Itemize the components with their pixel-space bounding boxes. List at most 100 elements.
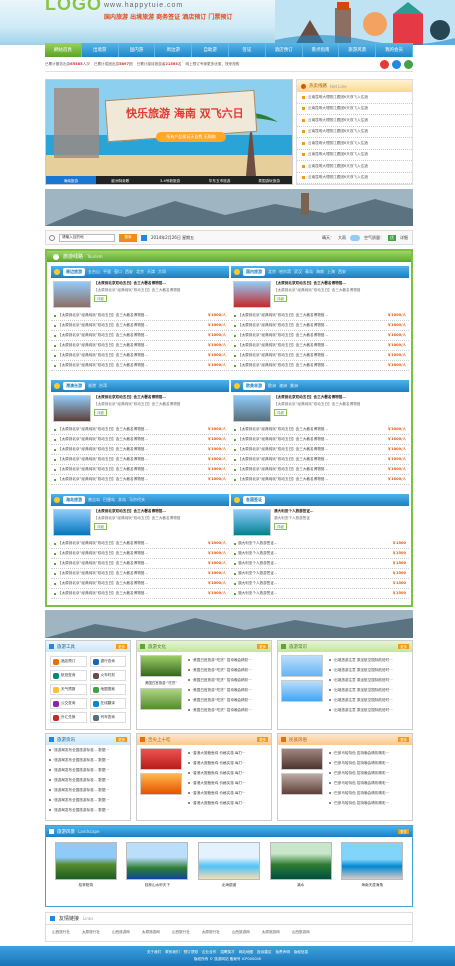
search-button[interactable]: 搜索 (119, 233, 137, 242)
wechat-icon[interactable] (404, 60, 413, 69)
culture-image[interactable] (140, 655, 182, 677)
tour-tag[interactable]: 马尔代夫 (129, 497, 145, 503)
tour-row[interactable]: 【太原到北京“经典纯玩”双动五日】含三大著名博物馆… ￥1000/人 (51, 579, 229, 589)
scenery-item[interactable]: 漓水 (269, 842, 332, 888)
tool-hotel[interactable]: 酒店预订 (50, 656, 87, 667)
culture-item[interactable]: ·美国白宫旅游“吃货” 招待晚会精彩··· (185, 705, 268, 715)
food-item[interactable]: ·香港大赏鲍鱼鸡 价格实惠 每打··· (185, 798, 268, 808)
banner-tab-1[interactable]: 海南旅游 (46, 176, 96, 184)
tour-row[interactable]: 【太原到北京“经典纯玩”双动五日】含三大著名博物馆… ￥1000/人 (51, 539, 229, 549)
footer-link[interactable]: 投诉建议 (257, 950, 271, 955)
nav-visa[interactable]: 签证 (229, 43, 266, 57)
scenery-item[interactable]: 桂林山水甲天下 (126, 842, 189, 888)
detail-button[interactable]: 详细 (274, 523, 287, 530)
food-item[interactable]: ·香港大赏鲍鱼鸡 价格实惠 每打··· (185, 788, 268, 798)
search-input[interactable]: 请输入目的地 (59, 233, 115, 242)
hot-line-item[interactable]: 云南昆明大理丽江跟团6天双飞入住酒 (297, 92, 412, 104)
weather-detail-link[interactable]: 详细 (400, 235, 408, 241)
tool-train[interactable]: 火车时刻 (89, 670, 126, 681)
main-banner[interactable]: 快乐旅游 海南 双飞六日 所有产品保证天自费 无购物 海南旅游 欧洲特卖歌 3-… (45, 79, 293, 185)
knowledge-item[interactable]: ·出境旅游注意 乘坐航空国际航班时··· (326, 675, 409, 685)
tour-row[interactable]: 【太原到北京“经典纯玩”双动五日】含三大著名博物馆… ￥1000/人 (51, 425, 229, 435)
tour-tag[interactable]: 大同 (158, 269, 166, 275)
detail-button[interactable]: 详细 (94, 409, 107, 416)
tour-tag[interactable]: 西安 (338, 269, 346, 275)
customs-item[interactable]: ·巴彦马哈特色 招待晚会精彩精彩··· (326, 798, 409, 808)
hot-line-item[interactable]: 云南昆明大理丽江跟团6天双飞入住酒 (297, 138, 412, 150)
footer-link[interactable]: 联系我们 (165, 950, 179, 955)
tour-row[interactable]: 【太原到北京“经典纯玩”双动五日】含三大著名博物馆… ￥1000/人 (51, 435, 229, 445)
tool-bank[interactable]: 银行查询 (89, 656, 126, 667)
tool-flight[interactable]: 航班查询 (50, 670, 87, 681)
tool-weather[interactable]: 天气预报 (50, 684, 87, 695)
food-image[interactable] (140, 748, 182, 770)
tour-featured[interactable]: 【太原到北京双动五日】含三大著名博物馆… 【太原到北京“经典纯玩”双动五日】含三… (51, 506, 229, 539)
tour-row[interactable]: 【太原到北京“经典纯玩”双动五日】含三大著名博物馆… ￥1000/人 (51, 361, 229, 371)
tour-row[interactable]: 【太原到北京“经典纯玩”双动五日】含三大著名博物馆… ￥1000/人 (51, 465, 229, 475)
tour-row[interactable]: 【太原到北京“经典纯玩”双动五日】含三大著名博物馆… ￥1000/人 (231, 331, 409, 341)
news-item[interactable]: ·旅游局发布全国旅游标准... 数据··· (46, 745, 130, 755)
culture-more[interactable]: 更多 (257, 644, 268, 649)
logo[interactable]: LOGO (45, 0, 102, 15)
news-more[interactable]: 更多 (116, 737, 127, 742)
hot-line-item[interactable]: 云南昆明大理丽江跟团6天双飞入住酒 (297, 115, 412, 127)
news-item[interactable]: ·旅游局发布全国旅游标准... 数据··· (46, 765, 130, 775)
tour-tag[interactable]: 五台山 (88, 269, 100, 275)
tour-row[interactable]: 【太原到北京“经典纯玩”双动五日】含三大著名博物馆… ￥1000/人 (51, 311, 229, 321)
tour-row[interactable]: 【太原到北京“经典纯玩”双动五日】含三大著名博物馆… ￥1000/人 (51, 549, 229, 559)
tour-tag[interactable]: 台湾 (99, 383, 107, 389)
footer-link[interactable]: 网站地图 (239, 950, 253, 955)
tour-featured[interactable]: 澳大利亚个人旅游签证… 澳大利亚个人旅游签证 详细 (231, 506, 409, 539)
tour-block-title[interactable]: 海岛旅游 (63, 496, 85, 504)
knowledge-item[interactable]: ·出境旅游注意 乘坐航空国际航班时··· (326, 655, 409, 665)
customs-item[interactable]: ·巴彦马哈特色 招待晚会精彩精彩··· (326, 748, 409, 758)
tour-block-title[interactable]: 周边旅游 (63, 268, 85, 276)
airplane-image[interactable] (281, 655, 323, 677)
friend-link[interactable]: 山西旅游网 (232, 930, 250, 935)
customs-image[interactable] (281, 773, 323, 795)
tour-row[interactable]: 【太原到北京“经典纯玩”双动五日】含三大著名博物馆… ￥1000/人 (231, 435, 409, 445)
customs-item[interactable]: ·巴彦马哈特色 招待晚会精彩精彩··· (326, 768, 409, 778)
tour-block-title[interactable]: 港澳台游 (63, 382, 85, 390)
customs-item[interactable]: ·巴彦马哈特色 招待晚会精彩精彩··· (326, 778, 409, 788)
knowledge-more[interactable]: 更多 (398, 644, 409, 649)
tool-bus[interactable]: 公交查询 (50, 698, 87, 709)
tour-block-title[interactable]: 欧美非游 (243, 382, 265, 390)
footer-link[interactable]: 预订须知 (184, 950, 198, 955)
hot-line-item[interactable]: 云南昆明大理丽江跟团6天双飞入住酒 (297, 104, 412, 115)
tour-thumbnail[interactable] (53, 395, 91, 422)
tour-thumbnail[interactable] (233, 281, 271, 308)
tour-row[interactable]: 【太原到北京“经典纯玩”双动五日】含三大著名博物馆… ￥1000/人 (51, 331, 229, 341)
nav-domestic[interactable]: 国内游 (119, 43, 156, 57)
tour-tag[interactable]: 武汉 (294, 269, 302, 275)
banner-tab-3[interactable]: 3-4号新旅游 (145, 176, 195, 184)
hot-line-item[interactable]: 云南昆明大理丽江跟团6天双飞入住酒 (297, 161, 412, 173)
friend-link[interactable]: 山西旅游网 (112, 930, 130, 935)
tour-row[interactable]: 【太原到北京“经典纯玩”双动五日】含三大著名博物馆… ￥1000/人 (231, 425, 409, 435)
tour-row[interactable]: 【太原到北京“经典纯玩”双动五日】含三大著名博物馆… ￥1000/人 (51, 475, 229, 485)
friend-link[interactable]: 太原旅行社 (202, 930, 220, 935)
news-item[interactable]: ·旅游局发布全国旅游标准... 数据··· (46, 775, 130, 785)
tour-featured[interactable]: 【太原到北京双动五日】含三大著名博物馆… 【太原到北京“经典纯玩”双动五日】含三… (231, 392, 409, 425)
hot-line-item[interactable]: 云南昆明大理丽江跟团6天双飞入住酒 (297, 127, 412, 138)
nav-outbound[interactable]: 出境游 (82, 43, 119, 57)
tour-row[interactable]: 【太原到北京“经典纯玩”双动五日】含三大著名博物馆… ￥1000/人 (231, 361, 409, 371)
tour-block-title[interactable]: 各国签证 (243, 496, 265, 504)
footer-link[interactable]: 版权信息 (294, 950, 308, 955)
food-item[interactable]: ·香港大赏鲍鱼鸡 价格实惠 每打··· (185, 778, 268, 788)
tour-row[interactable]: 【太原到北京“经典纯玩”双动五日】含三大著名博物馆… ￥1000/人 (231, 455, 409, 465)
nav-hotel[interactable]: 酒店预订 (266, 43, 303, 57)
tour-thumbnail[interactable] (233, 509, 271, 536)
food-more[interactable]: 更多 (257, 737, 268, 742)
footer-link[interactable]: 招聘英才 (220, 950, 234, 955)
friend-link[interactable]: 太原旅行社 (82, 930, 100, 935)
tour-featured[interactable]: 【太原到北京双动五日】含三大著名博物馆… 【太原到北京“经典纯玩”双动五日】含三… (51, 392, 229, 425)
nav-member[interactable]: 我的会员 (376, 43, 413, 57)
knowledge-item[interactable]: ·出境旅游注意 乘坐航空国际航班时··· (326, 705, 409, 715)
food-item[interactable]: ·香港大赏鲍鱼鸡 价格实惠 每打··· (185, 758, 268, 768)
tour-tag[interactable]: 西安 (125, 269, 133, 275)
tour-row[interactable]: 澳大利亚个人旅游签证… ￥1500 (231, 549, 409, 559)
nav-selfguided[interactable]: 自助游 (192, 43, 229, 57)
tool-translate[interactable]: 在线翻译 (89, 698, 126, 709)
tour-row[interactable]: 【太原到北京“经典纯玩”双动五日】含三大著名博物馆… ￥1000/人 (231, 351, 409, 361)
